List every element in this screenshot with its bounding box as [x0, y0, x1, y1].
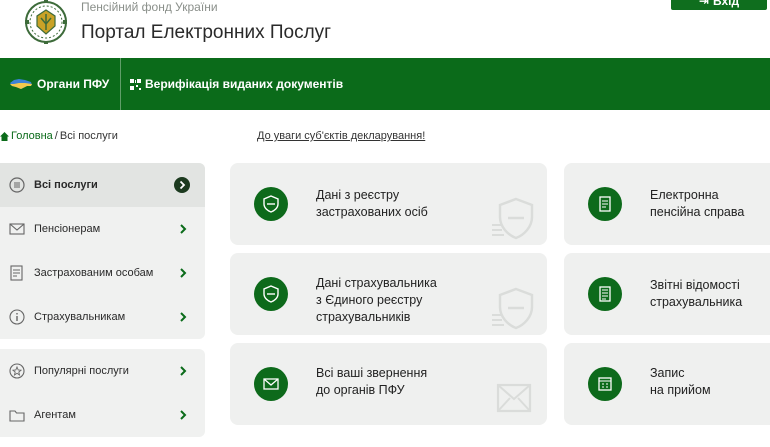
breadcrumb: Головна / Всі послуги	[0, 130, 118, 142]
sidebar-item-label: Застрахованим особам	[34, 267, 154, 279]
card-label: Звітні відомості страхувальника	[650, 278, 743, 309]
sidebar-item-insured-persons[interactable]: Застрахованим особам	[0, 251, 205, 295]
file-icon	[588, 187, 622, 221]
chevron-right-icon	[180, 366, 187, 376]
envelope-watermark-icon	[496, 383, 532, 413]
card-employer-registry[interactable]: Дані страхувальника з Єдиного реєстру стра…	[230, 253, 547, 335]
sidebar-item-employers[interactable]: Страхувальникам	[0, 295, 205, 339]
chevron-right-icon	[180, 312, 187, 322]
folder-icon	[9, 410, 25, 422]
shield-watermark-icon	[492, 287, 534, 330]
sidebar-item-label: Пенсіонерам	[34, 223, 101, 235]
document-icon	[10, 265, 23, 281]
sidebar-item-label: Популярні послуги	[34, 365, 129, 377]
shield-watermark-icon	[492, 197, 534, 240]
login-label: Вхід	[712, 0, 740, 8]
nav-verification-label: Верифікація виданих документів	[145, 77, 344, 91]
main-navbar: Органи ПФУ Верифікація виданих документі…	[0, 58, 770, 110]
star-icon	[9, 363, 25, 379]
sidebar-item-agents[interactable]: Агентам	[0, 393, 205, 437]
sidebar-item-label: Всі послуги	[34, 179, 98, 191]
info-icon	[9, 309, 25, 325]
card-label: Запис на прийом	[650, 366, 711, 397]
sidebar-item-label: Страхувальникам	[34, 311, 126, 323]
nav-pfu-label: Органи ПФУ	[37, 77, 110, 91]
sidebar-item-all-services[interactable]: Всі послуги	[0, 163, 205, 207]
card-appointment[interactable]: Запис на прийом	[564, 343, 770, 425]
declarants-notice-link[interactable]: До уваги суб'єктів декларування!	[257, 130, 425, 142]
chevron-right-icon	[180, 410, 187, 420]
card-label: Дані страхувальника з Єдиного реєстру стра…	[316, 276, 437, 324]
sidebar-item-pensioners[interactable]: Пенсіонерам	[0, 207, 205, 251]
report-icon	[588, 277, 622, 311]
card-label: Електронна пенсійна справа	[650, 188, 745, 219]
sidebar-item-label: Агентам	[34, 409, 76, 421]
sidebar: Всі послуги Пенсіонерам Застрахованим ос…	[0, 163, 205, 447]
sidebar-item-popular-services[interactable]: Популярні послуги	[0, 349, 205, 393]
card-insured-registry[interactable]: Дані з реєстру застрахованих осіб	[230, 163, 547, 245]
breadcrumb-current: Всі послуги	[59, 130, 118, 142]
card-your-appeals[interactable]: Всі ваші звернення до органів ПФУ	[230, 343, 547, 425]
home-icon	[0, 131, 9, 141]
card-label: Дані з реєстру застрахованих осіб	[316, 188, 428, 219]
login-icon: ⇥	[698, 0, 709, 8]
nav-divider	[120, 58, 121, 110]
envelope-icon	[9, 223, 25, 235]
pfu-logo[interactable]	[20, 0, 72, 48]
header: Пенсійний фонд України Портал Електронни…	[0, 0, 770, 58]
nav-pfu-offices[interactable]: Органи ПФУ	[9, 58, 119, 110]
sidebar-group-main: Всі послуги Пенсіонерам Застрахованим ос…	[0, 163, 205, 339]
breadcrumb-home-link[interactable]: Головна	[11, 130, 53, 142]
chevron-right-icon	[180, 268, 187, 278]
sidebar-group-secondary: Популярні послуги Агентам	[0, 349, 205, 437]
nav-verification[interactable]: Верифікація виданих документів	[130, 58, 343, 110]
chevron-right-icon	[174, 177, 190, 193]
organization-name: Пенсійний фонд України	[81, 0, 218, 14]
chevron-right-icon	[180, 224, 187, 234]
ukraine-map-icon	[10, 79, 32, 89]
login-button[interactable]: ⇥ Вхід	[671, 0, 767, 10]
shield-icon	[254, 187, 288, 221]
breadcrumb-separator: /	[54, 130, 58, 142]
list-icon	[9, 177, 25, 193]
shield-icon	[254, 277, 288, 311]
card-electronic-pension-file[interactable]: Електронна пенсійна справа	[564, 163, 770, 245]
card-label: Всі ваші звернення до органів ПФУ	[316, 366, 428, 397]
qr-code-icon	[130, 78, 141, 90]
card-employer-reports[interactable]: Звітні відомості страхувальника	[564, 253, 770, 335]
envelope-icon	[254, 367, 288, 401]
portal-title: Портал Електронних Послуг	[81, 22, 332, 43]
calendar-icon	[588, 367, 622, 401]
